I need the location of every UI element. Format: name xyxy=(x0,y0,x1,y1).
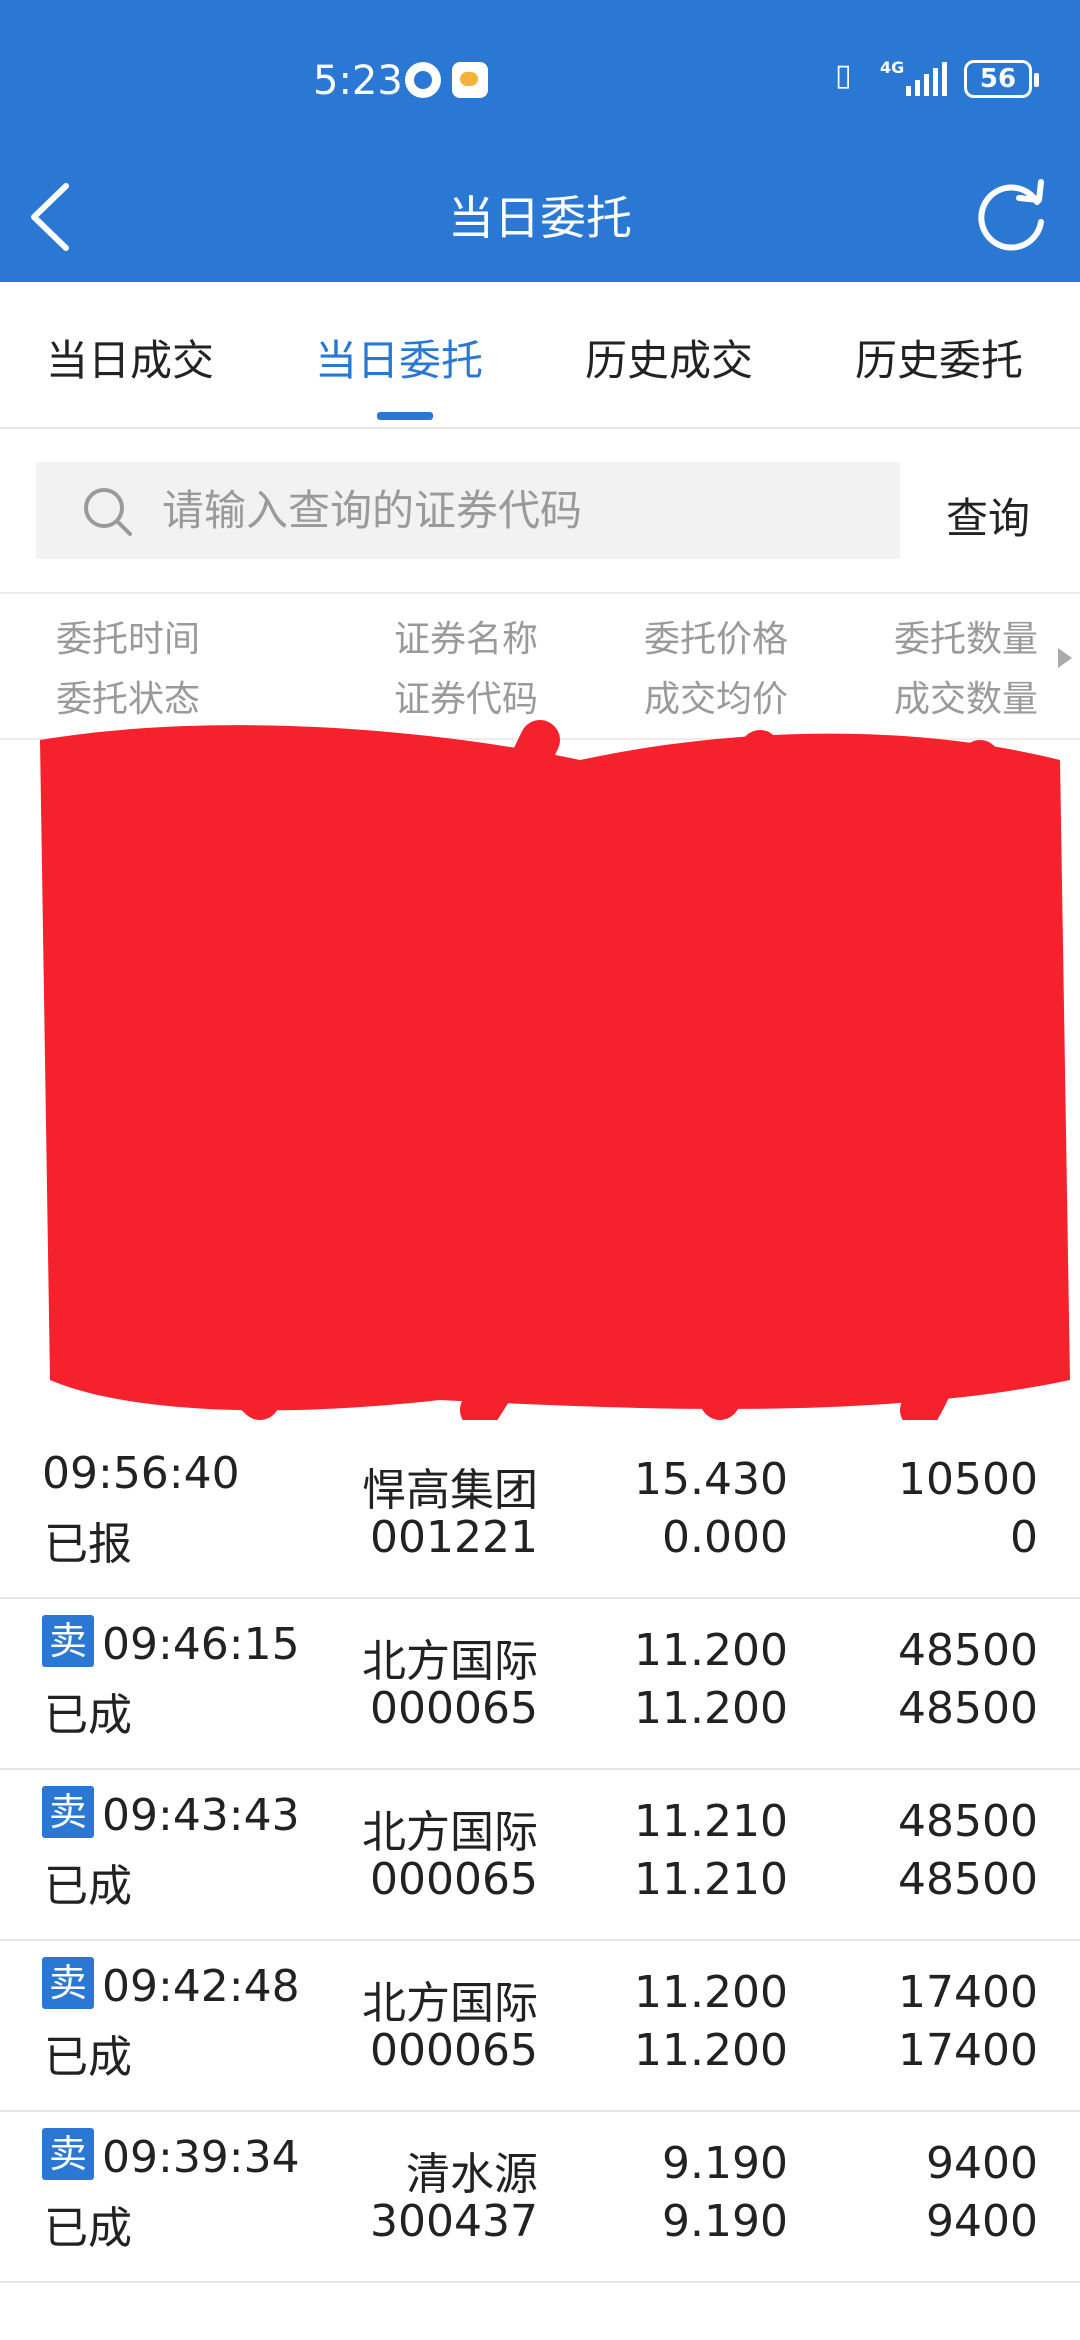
page-title: 当日委托 xyxy=(448,191,632,245)
redaction-scribble xyxy=(40,720,1070,1420)
app-bar: 5:23 ▯ 4G 56 当日委托 xyxy=(0,0,1080,282)
search-icon xyxy=(84,488,132,536)
refresh-icon xyxy=(978,179,1044,251)
vibrate-icon: ▯ xyxy=(835,58,852,93)
table-row[interactable]: 卖 09:42:48 已成 北方国际 000065 11.200 11.200 … xyxy=(0,1941,1080,2112)
order-price: 11.200 xyxy=(634,1625,788,1676)
table-header: 委托时间 委托状态 证券名称 证券代码 委托价格 成交均价 委托数量 成交数量 xyxy=(0,592,1080,740)
filled-quantity: 9400 xyxy=(926,2196,1038,2247)
order-time: 09:56:40 xyxy=(42,1448,240,1499)
signal-icon: 4G xyxy=(880,58,950,98)
column-header: 证券名称 xyxy=(393,619,538,660)
order-time: 09:42:48 xyxy=(102,1961,300,2012)
status-time: 5:23 xyxy=(313,58,403,104)
security-code: 001221 xyxy=(370,1512,538,1563)
security-name: 悍高集团 xyxy=(362,1465,538,1516)
order-quantity: 48500 xyxy=(898,1796,1038,1847)
active-tab-indicator xyxy=(377,412,433,420)
order-status: 已成 xyxy=(44,2203,132,2254)
column-header: 成交均价 xyxy=(643,679,788,720)
security-name: 北方国际 xyxy=(362,1807,538,1858)
search-input[interactable] xyxy=(162,480,862,540)
security-name: 北方国际 xyxy=(362,1978,538,2029)
sell-badge: 卖 xyxy=(42,2128,94,2180)
table-row[interactable]: 卖 09:46:15 已成 北方国际 000065 11.200 11.200 … xyxy=(0,1599,1080,1770)
avg-fill-price: 11.200 xyxy=(634,2025,788,2076)
avg-fill-price: 11.200 xyxy=(634,1683,788,1734)
scroll-right-icon[interactable] xyxy=(1058,648,1072,668)
avg-fill-price: 11.210 xyxy=(634,1854,788,1905)
order-quantity: 9400 xyxy=(926,2138,1038,2189)
network-type: 4G xyxy=(880,58,905,77)
filled-quantity: 48500 xyxy=(898,1854,1038,1905)
column-header: 委托时间 xyxy=(56,619,201,660)
filled-quantity: 17400 xyxy=(898,2025,1038,2076)
order-quantity: 17400 xyxy=(898,1967,1038,2018)
nav-bar: 当日委托 xyxy=(0,160,1080,282)
filled-quantity: 48500 xyxy=(898,1683,1038,1734)
column-header: 证券代码 xyxy=(393,679,538,720)
order-price: 11.210 xyxy=(634,1796,788,1847)
security-code: 000065 xyxy=(370,1854,538,1905)
battery-level: 56 xyxy=(979,64,1017,94)
order-status: 已报 xyxy=(44,1519,132,1570)
order-time: 09:39:34 xyxy=(102,2132,300,2183)
sell-badge: 卖 xyxy=(42,1786,94,1838)
security-name: 清水源 xyxy=(406,2149,538,2200)
avg-fill-price: 0.000 xyxy=(662,1512,788,1563)
table-row[interactable]: 卖 09:43:43 已成 北方国际 000065 11.210 11.210 … xyxy=(0,1770,1080,1941)
column-header: 委托状态 xyxy=(56,679,201,720)
tab-history-deals[interactable]: 历史成交 xyxy=(585,327,753,388)
order-quantity: 10500 xyxy=(898,1454,1038,1505)
order-price: 15.430 xyxy=(634,1454,788,1505)
sell-badge: 卖 xyxy=(42,1615,94,1667)
order-time: 09:43:43 xyxy=(102,1790,300,1841)
order-status: 已成 xyxy=(44,1690,132,1741)
column-header: 成交数量 xyxy=(893,679,1038,720)
table-row[interactable]: 09:56:40 已报 悍高集团 001221 15.430 0.000 105… xyxy=(0,1428,1080,1599)
order-price: 11.200 xyxy=(634,1967,788,2018)
refresh-button[interactable] xyxy=(975,178,1051,254)
tab-history-orders[interactable]: 历史委托 xyxy=(855,327,1023,388)
order-price: 9.190 xyxy=(662,2138,788,2189)
query-button[interactable]: 查询 xyxy=(946,485,1030,546)
order-quantity: 48500 xyxy=(898,1625,1038,1676)
tab-today-orders[interactable]: 当日委托 xyxy=(315,327,483,388)
security-code: 000065 xyxy=(370,1683,538,1734)
filled-quantity: 0 xyxy=(1010,1512,1038,1563)
order-time: 09:46:15 xyxy=(102,1619,300,1670)
status-bar: 5:23 ▯ 4G 56 xyxy=(0,0,1080,160)
battery-icon: 56 xyxy=(964,60,1039,98)
order-status: 已成 xyxy=(44,1861,132,1912)
security-name: 北方国际 xyxy=(362,1636,538,1687)
sell-badge: 卖 xyxy=(42,1957,94,2009)
search-box xyxy=(36,462,900,559)
security-code: 000065 xyxy=(370,2025,538,2076)
avg-fill-price: 9.190 xyxy=(662,2196,788,2247)
column-header: 委托数量 xyxy=(893,619,1038,660)
weather-icon xyxy=(452,62,488,98)
security-code: 300437 xyxy=(370,2196,538,2247)
order-status: 已成 xyxy=(44,2032,132,2083)
tab-bar: 当日成交 当日委托 历史成交 历史委托 xyxy=(0,282,1080,429)
table-row[interactable]: 卖 09:39:34 已成 清水源 300437 9.190 9.190 940… xyxy=(0,2112,1080,2283)
tab-today-deals[interactable]: 当日成交 xyxy=(46,327,214,388)
column-header: 委托价格 xyxy=(643,619,788,660)
app-notification-icon xyxy=(405,62,441,98)
